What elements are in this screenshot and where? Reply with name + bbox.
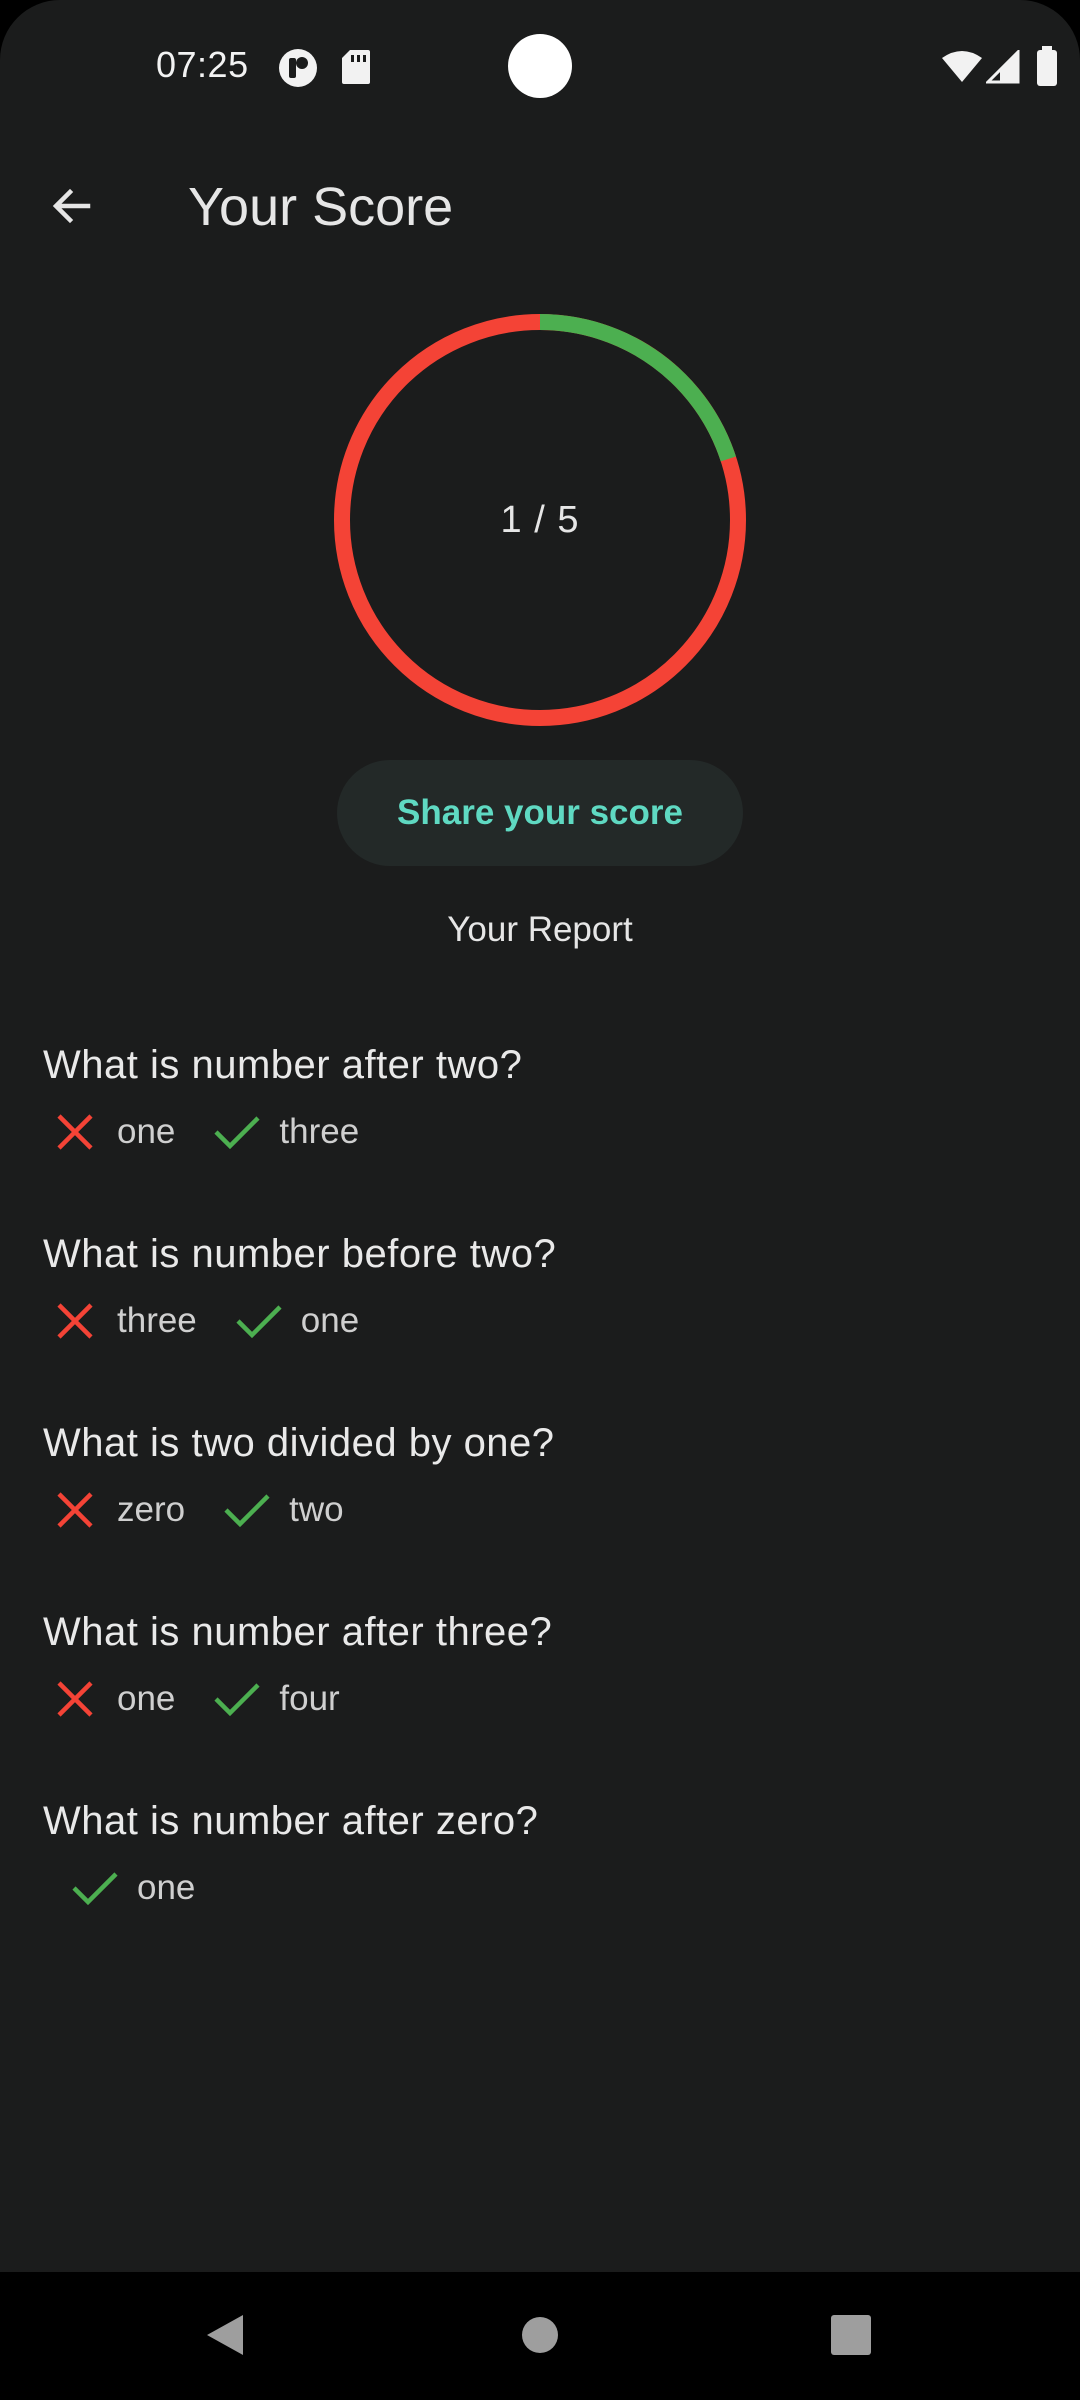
answers-row: three one bbox=[43, 1289, 1043, 1353]
camera-cutout bbox=[508, 34, 572, 98]
answers-row: zero two bbox=[43, 1478, 1043, 1542]
question-text: What is number after zero? bbox=[43, 1799, 539, 1843]
question-text: What is number after two? bbox=[43, 1043, 523, 1087]
check-icon bbox=[227, 1289, 291, 1353]
selected-answer-label: one bbox=[117, 1112, 176, 1151]
question-text: What is number after three? bbox=[43, 1610, 553, 1654]
correct-answer: two bbox=[215, 1478, 344, 1542]
question-text: What is two divided by one? bbox=[43, 1421, 555, 1465]
page-title: Your Score bbox=[188, 177, 454, 237]
correct-answer: three bbox=[205, 1100, 359, 1164]
app-bar: Your Score bbox=[0, 160, 1080, 256]
selected-answer-label: one bbox=[117, 1679, 176, 1718]
battery-icon bbox=[1036, 46, 1058, 86]
correct-answer-label: three bbox=[279, 1112, 360, 1151]
nav-back-button[interactable] bbox=[190, 2302, 260, 2372]
wrong-x-icon bbox=[43, 1289, 107, 1353]
cell-signal-icon bbox=[986, 50, 1020, 84]
correct-answer-label: two bbox=[289, 1490, 344, 1529]
report-item: What is number before two? three one bbox=[43, 1219, 1043, 1408]
nav-recents-button[interactable] bbox=[816, 2302, 886, 2372]
report-item: What is number after three? one four bbox=[43, 1597, 1043, 1786]
selected-answer: three bbox=[43, 1289, 197, 1353]
wrong-x-icon bbox=[43, 1478, 107, 1542]
selected-answer: one bbox=[43, 1667, 175, 1731]
selected-answer-label: zero bbox=[117, 1490, 186, 1529]
question-text: What is number before two? bbox=[43, 1232, 557, 1276]
answers-row: one bbox=[43, 1856, 1043, 1920]
report-item: What is number after two? one three bbox=[43, 1030, 1043, 1219]
correct-answer: one bbox=[63, 1856, 195, 1920]
home-circle-icon bbox=[520, 2315, 560, 2360]
score-screen: 07:25 Your Score 1 / 5 Share your score … bbox=[0, 0, 1080, 2400]
answers-row: one four bbox=[43, 1667, 1043, 1731]
status-time: 07:25 bbox=[156, 44, 249, 85]
back-triangle-icon bbox=[203, 2311, 247, 2364]
correct-answer-label: one bbox=[300, 1301, 360, 1340]
share-score-label: Share your score bbox=[397, 793, 683, 832]
report-item: What is two divided by one? zero two bbox=[43, 1408, 1043, 1597]
correct-answer-label: four bbox=[279, 1679, 340, 1718]
check-icon bbox=[63, 1856, 127, 1920]
report-item: What is number after zero? one bbox=[43, 1786, 1043, 1975]
wrong-x-icon bbox=[43, 1100, 107, 1164]
recents-square-icon bbox=[830, 2314, 872, 2361]
correct-answer-label: one bbox=[137, 1868, 196, 1907]
sd-card-icon bbox=[340, 48, 372, 86]
selected-answer-label: three bbox=[117, 1301, 197, 1340]
wrong-x-icon bbox=[43, 1667, 107, 1731]
check-icon bbox=[205, 1100, 269, 1164]
score-text: 1 / 5 bbox=[500, 498, 580, 541]
nav-home-button[interactable] bbox=[505, 2302, 575, 2372]
check-icon bbox=[205, 1667, 269, 1731]
status-bar: 07:25 bbox=[0, 0, 1080, 136]
arrow-back-icon bbox=[48, 182, 96, 235]
answers-row: one three bbox=[43, 1100, 1043, 1164]
selected-answer: zero bbox=[43, 1478, 185, 1542]
correct-answer: four bbox=[205, 1667, 340, 1731]
report-list: What is number after two? one three What… bbox=[43, 1030, 1043, 1975]
check-icon bbox=[215, 1478, 279, 1542]
wifi-icon bbox=[940, 50, 984, 84]
navigation-bar bbox=[0, 2272, 1080, 2400]
correct-answer: one bbox=[227, 1289, 359, 1353]
media-icon bbox=[276, 46, 320, 90]
back-button[interactable] bbox=[36, 172, 108, 244]
report-title: Your Report bbox=[447, 910, 633, 949]
share-score-button[interactable]: Share your score bbox=[337, 760, 743, 866]
selected-answer: one bbox=[43, 1100, 175, 1164]
